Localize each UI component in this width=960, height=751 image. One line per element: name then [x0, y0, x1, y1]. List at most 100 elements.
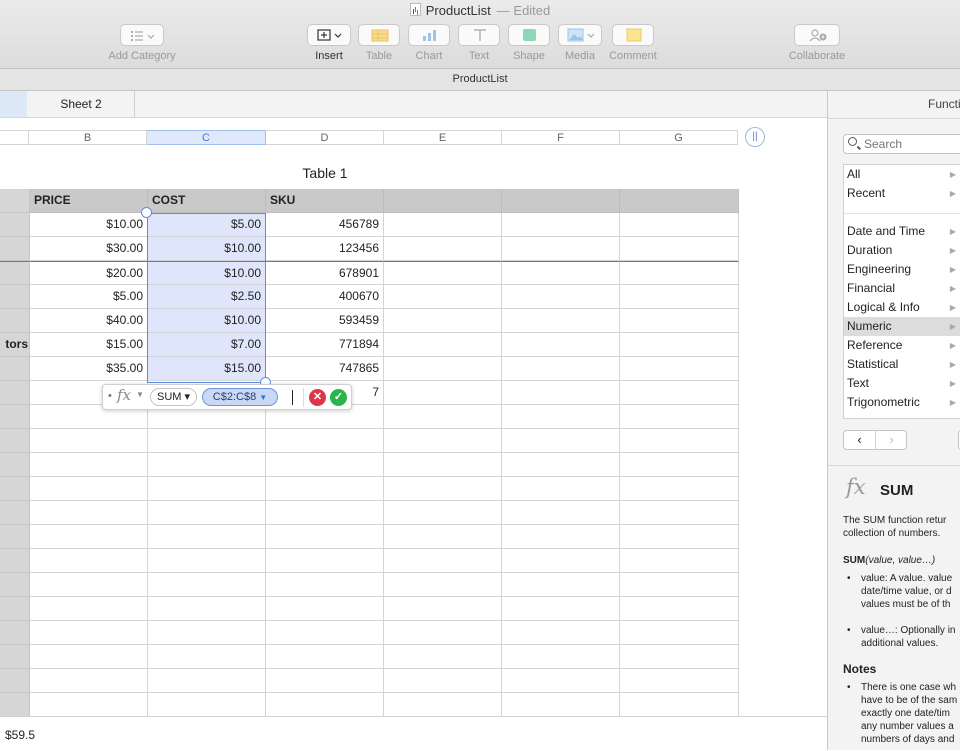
table-cell[interactable] — [620, 693, 739, 717]
table-cell[interactable] — [620, 237, 739, 261]
table-cell[interactable] — [384, 381, 502, 405]
table-cell[interactable] — [384, 261, 502, 285]
row-label[interactable] — [0, 309, 30, 333]
table-cell[interactable] — [502, 453, 620, 477]
text-button[interactable] — [458, 24, 500, 46]
column-header-b[interactable]: B — [29, 130, 147, 145]
category-numeric[interactable]: Numeric ▶ — [844, 317, 960, 336]
row-label[interactable] — [0, 405, 30, 429]
category-statistical[interactable]: Statistical ▶ — [844, 355, 960, 374]
table-cell[interactable] — [384, 573, 502, 597]
cancel-formula-button[interactable]: ✕ — [309, 389, 326, 406]
row-label[interactable] — [0, 381, 30, 405]
sku-cell[interactable]: 400670 — [266, 285, 384, 309]
sku-cell[interactable]: 678901 — [266, 261, 384, 285]
price-cell[interactable]: $35.00 — [30, 357, 148, 381]
header-g[interactable] — [620, 189, 739, 213]
table-cell[interactable] — [620, 597, 739, 621]
row-label[interactable] — [0, 213, 30, 237]
selection-sum[interactable]: $59.5 — [5, 728, 35, 742]
table-cell[interactable] — [620, 573, 739, 597]
table-cell[interactable] — [384, 621, 502, 645]
table-cell[interactable] — [384, 549, 502, 573]
table-cell[interactable] — [620, 453, 739, 477]
table-cell[interactable] — [30, 429, 148, 453]
table-cell[interactable] — [620, 477, 739, 501]
table-cell[interactable] — [266, 597, 384, 621]
drag-handle-icon[interactable]: • — [108, 390, 112, 402]
row-label[interactable] — [0, 501, 30, 525]
table-cell[interactable] — [30, 693, 148, 717]
table-title[interactable]: Table 1 — [265, 165, 385, 181]
table-cell[interactable] — [502, 357, 620, 381]
price-cell[interactable]: $5.00 — [30, 285, 148, 309]
table-cell[interactable] — [502, 621, 620, 645]
column-header-g[interactable]: G — [620, 130, 738, 145]
sku-cell[interactable]: 747865 — [266, 357, 384, 381]
column-header-a[interactable] — [0, 130, 29, 145]
table-cell[interactable] — [384, 693, 502, 717]
table-cell[interactable] — [148, 645, 266, 669]
table-cell[interactable] — [620, 501, 739, 525]
table-cell[interactable] — [620, 645, 739, 669]
function-search-input[interactable] — [864, 136, 960, 152]
table-cell[interactable] — [148, 501, 266, 525]
tab-sheet-1[interactable] — [0, 91, 27, 117]
category-financial[interactable]: Financial ▶ — [844, 279, 960, 298]
sku-cell[interactable]: 771894 — [266, 333, 384, 357]
table-cell[interactable] — [620, 621, 739, 645]
row-label[interactable] — [0, 357, 30, 381]
table-cell[interactable] — [30, 501, 148, 525]
shape-button[interactable] — [508, 24, 550, 46]
table-cell[interactable] — [620, 549, 739, 573]
row-label[interactable] — [0, 477, 30, 501]
table-cell[interactable] — [148, 597, 266, 621]
range-dropdown-icon[interactable]: ▼ — [259, 393, 267, 402]
table-cell[interactable] — [148, 477, 266, 501]
table-cell[interactable] — [502, 573, 620, 597]
column-header-f[interactable]: F — [502, 130, 620, 145]
table-cell[interactable] — [148, 453, 266, 477]
table-cell[interactable] — [384, 597, 502, 621]
table-cell[interactable] — [620, 669, 739, 693]
table-cell[interactable] — [620, 333, 739, 357]
back-button[interactable]: ‹ — [844, 431, 876, 449]
table-cell[interactable] — [384, 213, 502, 237]
price-cell[interactable]: $40.00 — [30, 309, 148, 333]
column-header-c[interactable]: C — [147, 130, 266, 145]
price-cell[interactable]: $10.00 — [30, 213, 148, 237]
formula-editor[interactable]: • fx ▼ SUM ▾ C$2:C$8 ▼ ✕ ✓ — [102, 384, 352, 410]
table-cell[interactable] — [148, 429, 266, 453]
row-label[interactable] — [0, 573, 30, 597]
table-cell[interactable] — [384, 429, 502, 453]
row-label[interactable] — [0, 429, 30, 453]
category-engineering[interactable]: Engineering ▶ — [844, 260, 960, 279]
table-cell[interactable] — [620, 429, 739, 453]
forward-button[interactable]: › — [876, 431, 907, 449]
table-cell[interactable] — [266, 549, 384, 573]
table-cell[interactable] — [148, 669, 266, 693]
table-cell[interactable] — [502, 381, 620, 405]
table-cell[interactable] — [620, 357, 739, 381]
table-cell[interactable] — [620, 309, 739, 333]
sku-cell[interactable]: 123456 — [266, 237, 384, 261]
table-cell[interactable] — [384, 357, 502, 381]
table-button[interactable] — [358, 24, 400, 46]
table-cell[interactable] — [384, 453, 502, 477]
table-cell[interactable] — [30, 525, 148, 549]
header-sku[interactable]: SKU — [266, 189, 384, 213]
table-cell[interactable] — [502, 525, 620, 549]
table-cell[interactable] — [620, 405, 739, 429]
header-f[interactable] — [502, 189, 620, 213]
row-label[interactable]: tors — [0, 333, 30, 357]
table-cell[interactable] — [30, 477, 148, 501]
table-cell[interactable] — [502, 645, 620, 669]
category-logical-info[interactable]: Logical & Info ▶ — [844, 298, 960, 317]
sku-cell[interactable]: 456789 — [266, 213, 384, 237]
table-cell[interactable] — [384, 477, 502, 501]
column-header-d[interactable]: D — [266, 130, 384, 145]
table-cell[interactable] — [30, 453, 148, 477]
table-cell[interactable] — [148, 621, 266, 645]
table-cell[interactable] — [30, 549, 148, 573]
table-cell[interactable] — [30, 597, 148, 621]
